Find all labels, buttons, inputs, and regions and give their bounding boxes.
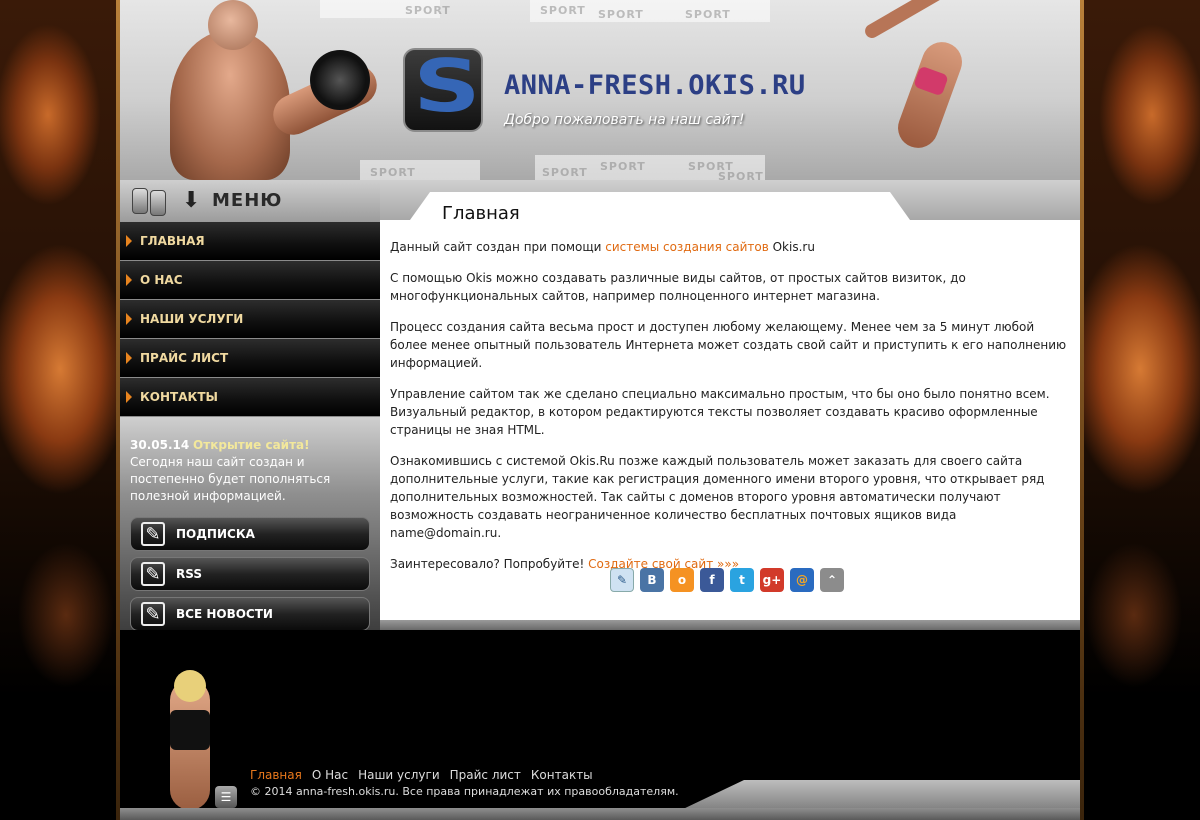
footer-navigation: Главная О Нас Наши услуги Прайс лист Кон…: [250, 768, 593, 782]
site-slogan: Добро пожаловать на наш сайт!: [504, 112, 745, 128]
bookmark-icon[interactable]: ⌃: [820, 568, 844, 592]
nav-item-services[interactable]: НАШИ УСЛУГИ: [120, 300, 380, 339]
content-header: Главная: [380, 180, 1080, 224]
button-label: RSS: [176, 567, 202, 581]
footer-link-services[interactable]: Наши услуги: [358, 768, 440, 782]
menu-label: МЕНЮ: [212, 190, 283, 211]
all-news-button[interactable]: ✎ ВСЕ НОВОСТИ: [130, 597, 370, 631]
site-logo[interactable]: S: [395, 40, 495, 140]
news-date: 30.05.14: [130, 438, 190, 452]
arrow-right-icon: [126, 391, 132, 403]
dumbbell-icon: [310, 50, 370, 110]
footer-bar: [120, 808, 1080, 820]
button-label: ВСЕ НОВОСТИ: [176, 607, 273, 621]
sport-watermark: SPORT: [540, 4, 586, 17]
livejournal-icon[interactable]: ✎: [610, 568, 634, 592]
copyright-text: © 2014 anna-fresh.okis.ru. Все права при…: [250, 785, 679, 798]
arrow-right-icon: [126, 274, 132, 286]
mailru-icon[interactable]: @: [790, 568, 814, 592]
nav-item-label: КОНТАКТЫ: [140, 390, 218, 404]
content-paragraph: С помощью Okis можно создавать различные…: [390, 271, 966, 303]
site-footer: ☰ Главная О Нас Наши услуги Прайс лист К…: [120, 630, 1080, 820]
vkontakte-icon[interactable]: В: [640, 568, 664, 592]
edit-icon: ✎: [141, 522, 165, 546]
gymnast-image: [860, 0, 1010, 180]
button-label: ПОДПИСКА: [176, 527, 255, 541]
arrow-right-icon: [126, 313, 132, 325]
google-plus-icon[interactable]: g+: [760, 568, 784, 592]
subscribe-button[interactable]: ✎ ПОДПИСКА: [130, 517, 370, 551]
site-builder-link[interactable]: системы создания сайтов: [605, 240, 769, 254]
sport-watermark: SPORT: [598, 8, 644, 21]
edit-icon: ✎: [141, 602, 165, 626]
arrow-right-icon: [126, 352, 132, 364]
nav-item-label: ГЛАВНАЯ: [140, 234, 205, 248]
main-navigation: ГЛАВНАЯ О НАС НАШИ УСЛУГИ ПРАЙС ЛИСТ КОН…: [120, 222, 380, 417]
edit-icon: ✎: [141, 562, 165, 586]
site-header: SPORT SPORT SPORT SPORT SPORT SPORT SPOR…: [120, 0, 1080, 180]
sport-watermark: SPORT: [542, 166, 588, 179]
paragraph-text: Заинтересовало? Попробуйте!: [390, 557, 589, 571]
bodybuilder-image: [130, 0, 384, 180]
rss-button[interactable]: ✎ RSS: [130, 557, 370, 591]
nav-item-label: ПРАЙС ЛИСТ: [140, 351, 229, 365]
main-content: Данный сайт создан при помощи системы со…: [380, 220, 1080, 620]
right-background-decoration: [1080, 0, 1200, 820]
menu-header: ⬇ МЕНЮ: [120, 180, 380, 222]
sport-watermark: SPORT: [600, 160, 646, 173]
content-paragraph: Ознакомившись с системой Okis.Ru позже к…: [390, 454, 1045, 540]
twitter-icon[interactable]: t: [730, 568, 754, 592]
nav-item-contacts[interactable]: КОНТАКТЫ: [120, 378, 380, 417]
content-paragraph: Управление сайтом так же сделано специал…: [390, 387, 1050, 437]
arrow-right-icon: [126, 235, 132, 247]
nav-item-home[interactable]: ГЛАВНАЯ: [120, 222, 380, 261]
footer-link-about[interactable]: О Нас: [312, 768, 348, 782]
sidebar-news-block: 30.05.14 Открытие сайта! Сегодня наш сай…: [120, 417, 380, 637]
sport-watermark: SPORT: [718, 170, 764, 180]
dumbbell-icon: [132, 186, 180, 216]
news-item: 30.05.14 Открытие сайта! Сегодня наш сай…: [130, 437, 375, 505]
paragraph-text: Okis.ru: [768, 240, 815, 254]
content-bottom-border: [380, 620, 1080, 630]
left-background-decoration: [0, 0, 120, 820]
facebook-icon[interactable]: f: [700, 568, 724, 592]
content-paragraph: Процесс создания сайта весьма прост и до…: [390, 320, 1067, 370]
logo-s-icon: S: [413, 44, 481, 128]
footer-link-home[interactable]: Главная: [250, 768, 302, 782]
sport-watermark: SPORT: [405, 4, 451, 17]
news-text: Сегодня наш сайт создан и постепенно буд…: [130, 455, 331, 503]
arrow-down-icon: ⬇: [182, 188, 201, 213]
nav-item-label: О НАС: [140, 273, 183, 287]
share-buttons: ✎ В о f t g+ @ ⌃: [610, 568, 844, 592]
news-title-link[interactable]: Открытие сайта!: [193, 438, 310, 452]
sport-watermark: SPORT: [685, 8, 731, 21]
rss-icon[interactable]: ☰: [215, 786, 237, 808]
nav-item-price-list[interactable]: ПРАЙС ЛИСТ: [120, 339, 380, 378]
content-paragraph: Данный сайт создан при помощи системы со…: [390, 238, 1070, 256]
paragraph-text: Данный сайт создан при помощи: [390, 240, 606, 254]
nav-item-about[interactable]: О НАС: [120, 261, 380, 300]
site-title[interactable]: ANNA-FRESH.OKIS.RU: [504, 70, 806, 101]
nav-item-label: НАШИ УСЛУГИ: [140, 312, 244, 326]
page-wrapper: SPORT SPORT SPORT SPORT SPORT SPORT SPOR…: [120, 0, 1080, 820]
footer-link-contacts[interactable]: Контакты: [531, 768, 593, 782]
footer-link-price-list[interactable]: Прайс лист: [450, 768, 521, 782]
odnoklassniki-icon[interactable]: о: [670, 568, 694, 592]
